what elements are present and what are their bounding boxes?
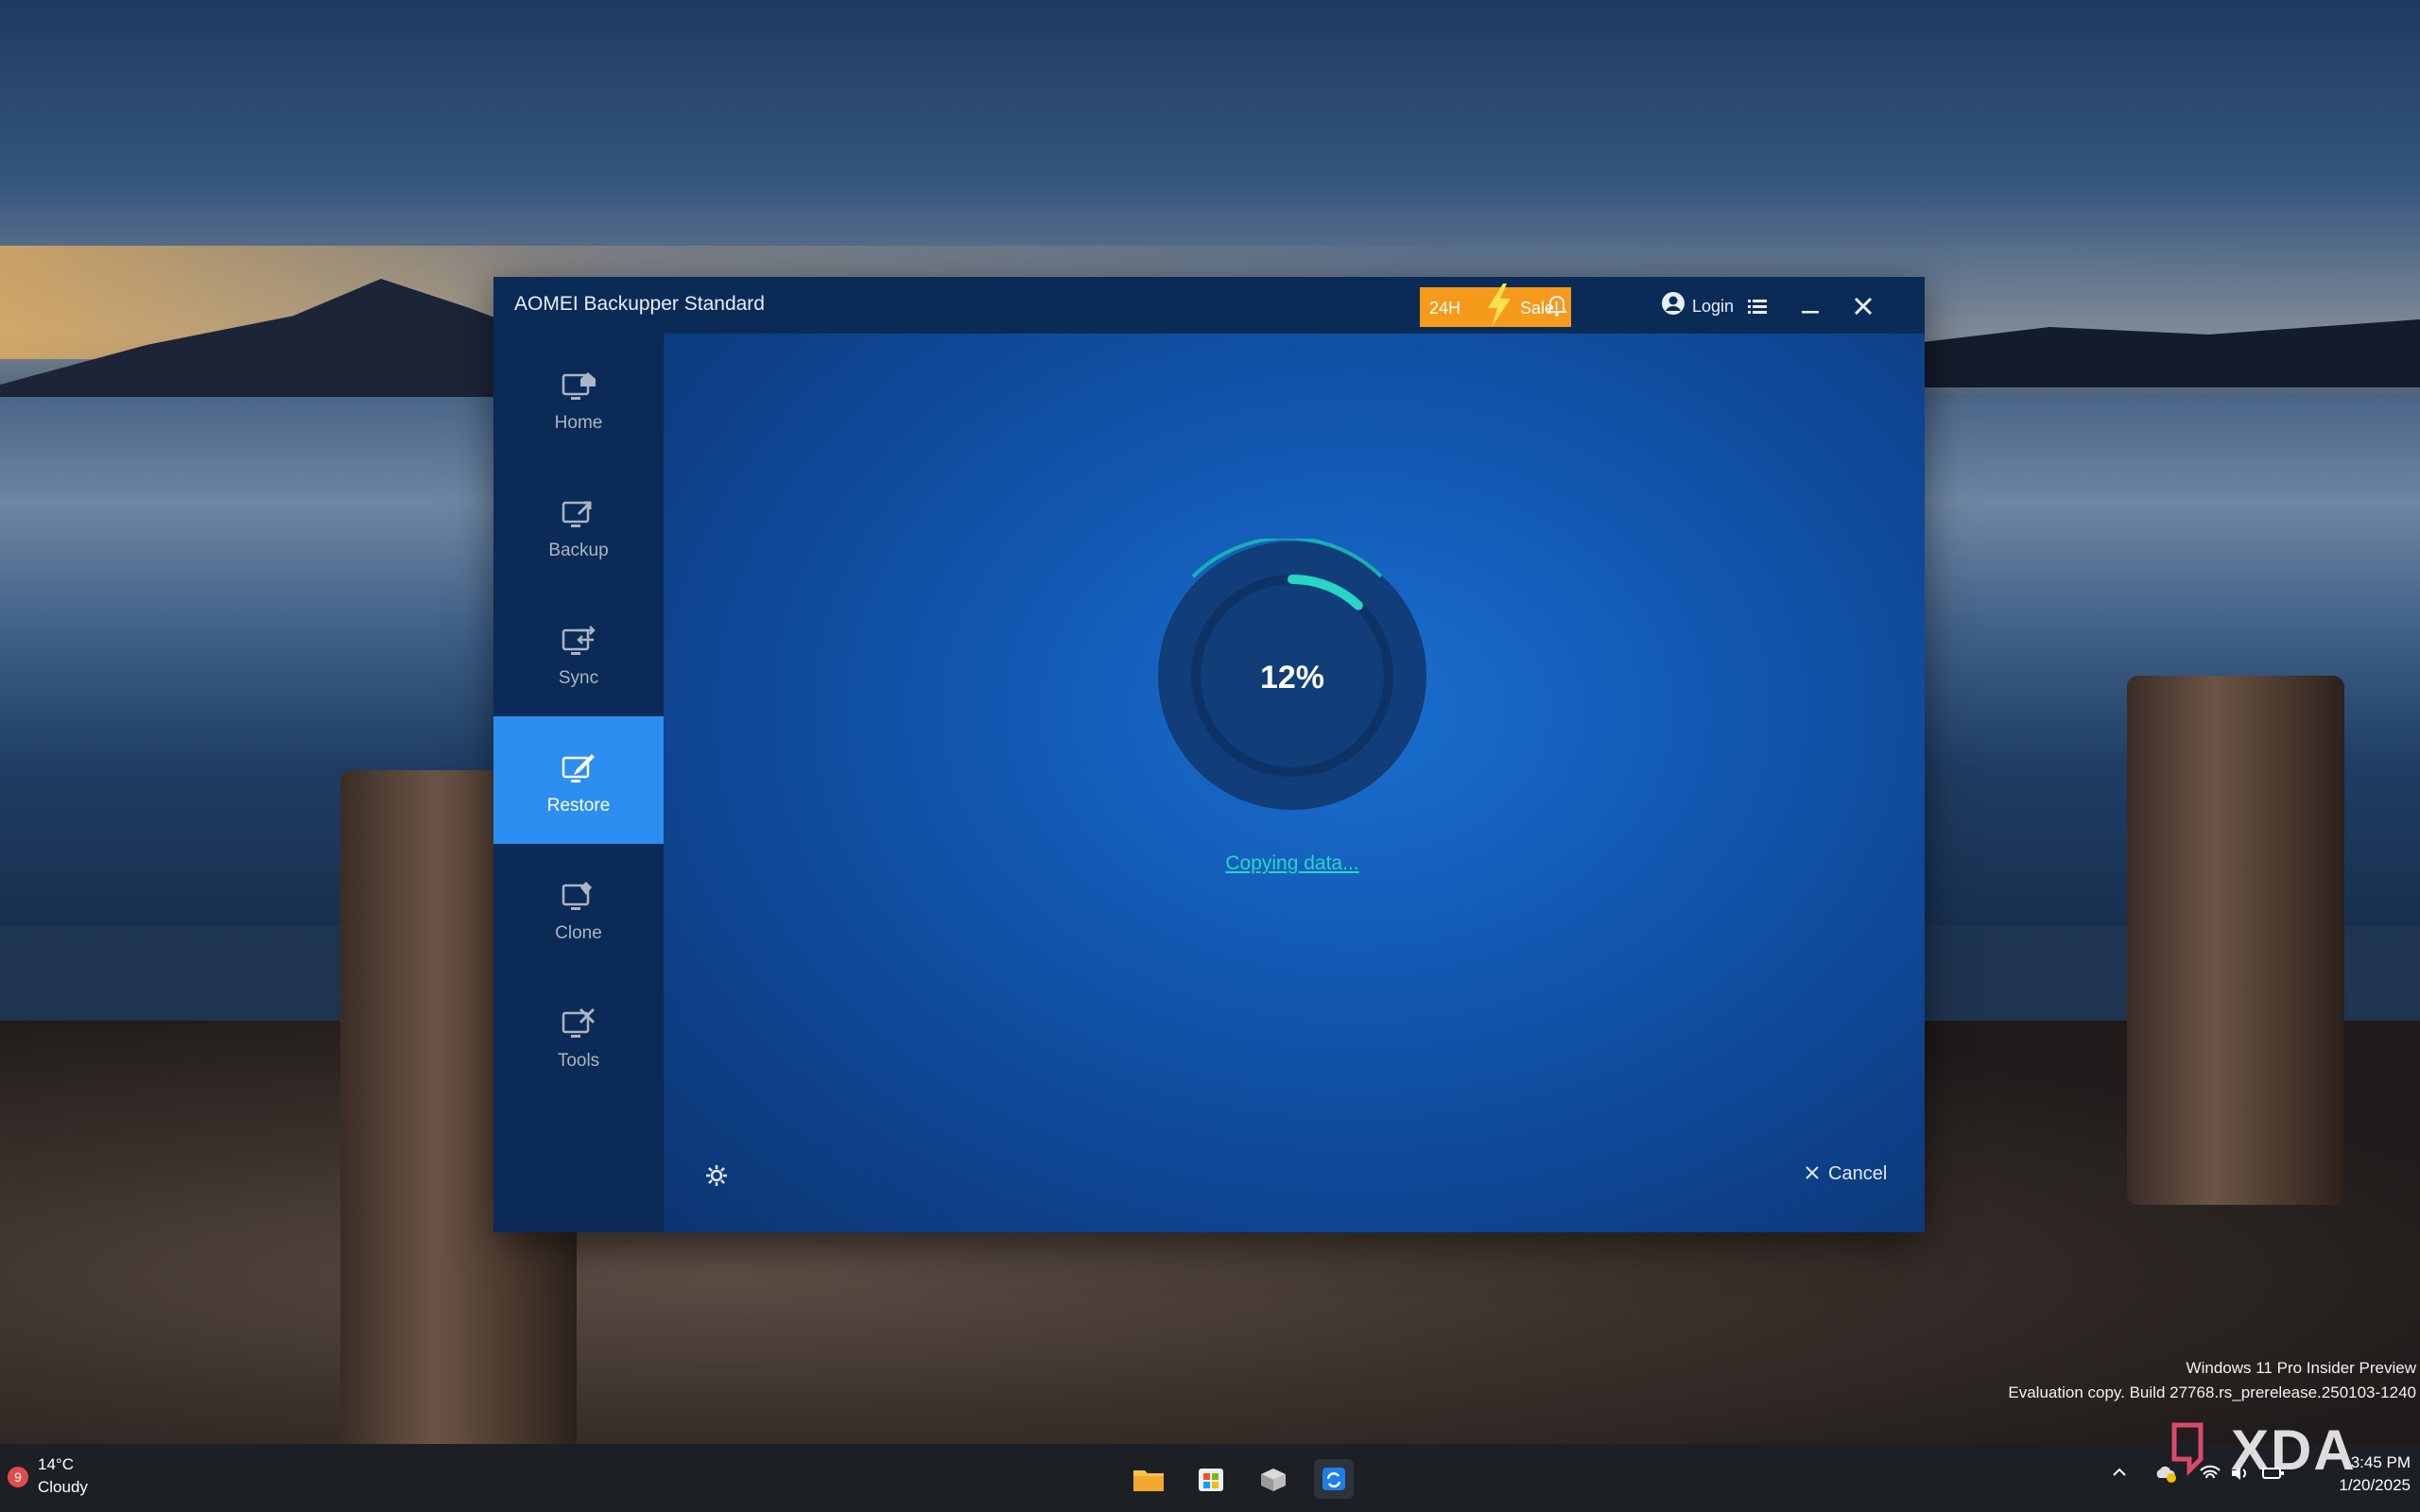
weather-temperature: 14°C — [38, 1455, 74, 1473]
sync-icon — [558, 621, 599, 662]
watermark-line-1: Windows 11 Pro Insider Preview — [2186, 1359, 2416, 1377]
minimize-icon[interactable] — [1796, 292, 1824, 320]
app-installer-icon[interactable] — [1253, 1459, 1293, 1499]
aomei-backupper-icon[interactable] — [1314, 1459, 1354, 1499]
weather-badge: 9 — [8, 1467, 28, 1487]
tools-icon — [558, 1004, 599, 1045]
wallpaper-wooden-post — [2127, 676, 2344, 1205]
backup-icon — [558, 493, 599, 535]
sidebar-item-label: Sync — [558, 668, 599, 688]
login-label: Login — [1692, 297, 1735, 316]
chevron-up-icon[interactable] — [2110, 1463, 2129, 1486]
title-bar[interactable]: AOMEI Backupper Standard 24H Sale! Login — [493, 277, 1925, 334]
watermark-line-2: Evaluation copy. Build 27768.rs_prerelea… — [2008, 1383, 2416, 1401]
sidebar-item-home[interactable]: Home — [493, 334, 664, 461]
sidebar-item-label: Restore — [546, 796, 611, 816]
progress-percent: 12% — [1259, 660, 1325, 696]
restore-icon — [558, 748, 599, 790]
app-title: AOMEI Backupper Standard — [514, 293, 765, 315]
close-x-icon — [1804, 1164, 1821, 1187]
xda-brand: XDA — [2231, 1418, 2357, 1482]
sidebar-item-backup[interactable]: Backup — [493, 461, 664, 589]
cancel-label: Cancel — [1828, 1163, 1888, 1184]
gear-icon[interactable] — [703, 1162, 730, 1189]
sidebar: Home Backup Sync Restore Clone Tools — [493, 334, 664, 1232]
close-icon[interactable] — [1849, 292, 1877, 320]
sidebar-item-label: Clone — [555, 923, 602, 943]
lightning-icon — [1482, 284, 1516, 332]
home-icon — [558, 366, 599, 407]
sidebar-item-label: Tools — [557, 1051, 600, 1071]
file-explorer-icon[interactable] — [1129, 1459, 1168, 1499]
promo-24h-label: 24H — [1429, 299, 1461, 318]
sidebar-item-sync[interactable]: Sync — [493, 589, 664, 716]
sidebar-item-label: Backup — [548, 541, 609, 560]
store-icon[interactable] — [1191, 1459, 1231, 1499]
xda-watermark-logo: XDA — [2170, 1418, 2388, 1484]
sidebar-item-clone[interactable]: Clone — [493, 844, 664, 971]
weather-condition: Cloudy — [38, 1478, 88, 1496]
sidebar-item-tools[interactable]: Tools — [493, 971, 664, 1099]
progress-status-link[interactable]: Copying data... — [1103, 852, 1481, 875]
sidebar-item-restore[interactable]: Restore — [493, 716, 664, 844]
menu-icon[interactable] — [1743, 292, 1772, 320]
account-icon — [1660, 290, 1686, 321]
clone-icon — [558, 876, 599, 918]
bell-icon[interactable] — [1543, 292, 1571, 320]
sidebar-item-label: Home — [554, 413, 603, 433]
